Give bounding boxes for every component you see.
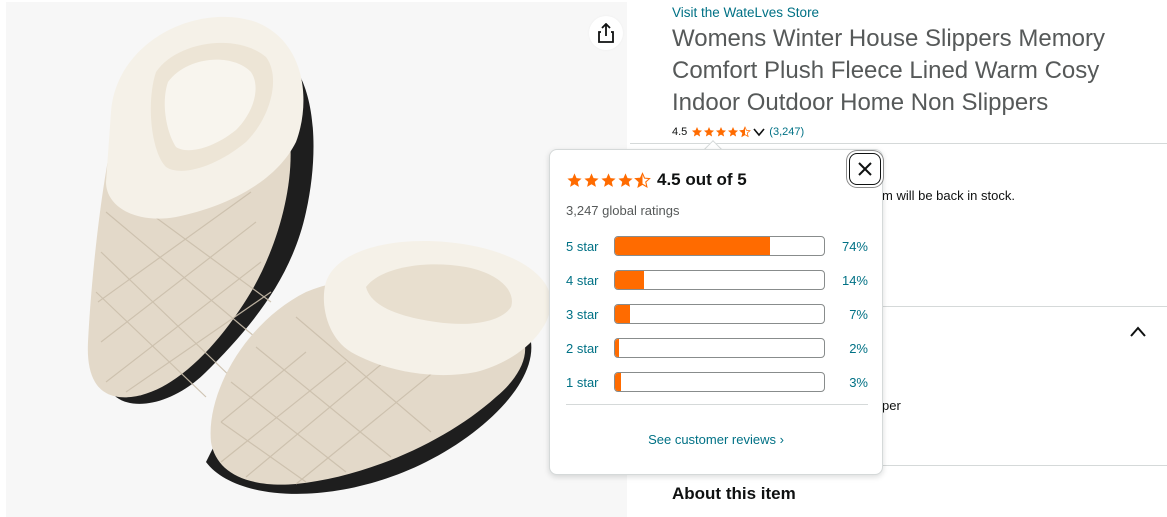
star-icon	[728, 127, 739, 137]
histogram-label[interactable]: 2 star	[566, 341, 614, 356]
histogram-label[interactable]: 5 star	[566, 239, 614, 254]
product-title: Womens Winter House Slippers Memory Comf…	[672, 25, 1106, 116]
rating-value: 4.5	[672, 126, 688, 138]
slippers-image	[87, 16, 551, 494]
popover-divider	[566, 404, 868, 405]
histogram-row-4-star[interactable]: 4 star 14%	[566, 270, 868, 290]
close-icon	[858, 162, 872, 176]
histogram-percent[interactable]: 74%	[825, 239, 868, 254]
histogram-bar[interactable]	[614, 372, 825, 392]
global-ratings-count: 3,247 global ratings	[566, 203, 680, 218]
rating-summary[interactable]: 4.5 (3,247)	[672, 124, 804, 140]
histogram-row-5-star[interactable]: 5 star 74%	[566, 236, 868, 256]
star-icon	[692, 127, 703, 137]
product-image[interactable]	[6, 2, 627, 517]
detail-text-fragment: per	[882, 398, 901, 413]
histogram-bar[interactable]	[614, 236, 825, 256]
histogram-bar[interactable]	[614, 270, 825, 290]
histogram-bar[interactable]	[614, 304, 825, 324]
histogram-label[interactable]: 1 star	[566, 375, 614, 390]
histogram-percent[interactable]: 3%	[825, 375, 868, 390]
popover-header: 4.5 out of 5	[566, 170, 747, 190]
histogram-label[interactable]: 4 star	[566, 273, 614, 288]
histogram-row-3-star[interactable]: 3 star 7%	[566, 304, 868, 324]
histogram-fill	[615, 237, 770, 255]
share-button[interactable]	[589, 16, 623, 50]
star-icon	[601, 172, 616, 187]
see-customer-reviews-link[interactable]: See customer reviews ›	[550, 432, 882, 447]
chevron-up-icon[interactable]	[1128, 322, 1148, 342]
availability-text: m will be back in stock.	[882, 188, 1015, 203]
star-rating[interactable]	[691, 126, 769, 138]
rating-popover: 4.5 out of 5 3,247 global ratings 5 star…	[549, 149, 883, 475]
histogram-percent[interactable]: 2%	[825, 341, 868, 356]
histogram-bar[interactable]	[614, 338, 825, 358]
histogram-fill	[615, 305, 630, 323]
star-icon	[584, 172, 599, 187]
close-button[interactable]	[849, 153, 881, 185]
histogram-row-2-star[interactable]: 2 star 2%	[566, 338, 868, 358]
average-score: 4.5 out of 5	[657, 170, 747, 189]
share-icon	[598, 23, 614, 43]
star-icon	[618, 172, 633, 187]
histogram-fill	[615, 339, 620, 357]
histogram-row-1-star[interactable]: 1 star 3%	[566, 372, 868, 392]
about-this-item-heading: About this item	[672, 484, 796, 503]
histogram-percent[interactable]: 14%	[825, 273, 868, 288]
star-icon	[567, 172, 582, 187]
histogram-label[interactable]: 3 star	[566, 307, 614, 322]
star-icon	[704, 127, 715, 137]
ratings-count-link[interactable]: (3,247)	[769, 126, 804, 138]
histogram-fill	[615, 373, 622, 391]
chevron-down-icon[interactable]	[753, 127, 765, 137]
star-icon	[716, 127, 727, 137]
histogram-percent[interactable]: 7%	[825, 307, 868, 322]
half-star-icon	[739, 126, 752, 138]
histogram-fill	[615, 271, 645, 289]
half-star-icon	[634, 171, 651, 188]
store-link[interactable]: Visit the WateLves Store	[672, 5, 819, 20]
